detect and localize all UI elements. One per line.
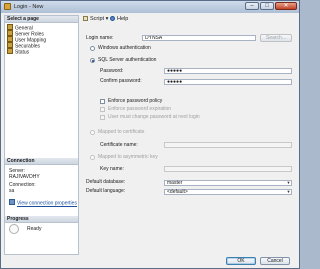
- script-label: Script: [90, 16, 105, 22]
- close-button[interactable]: ✕: [275, 2, 297, 10]
- mapped-key-radio[interactable]: [90, 155, 95, 160]
- connection-value: sa: [9, 188, 15, 194]
- login-name-label: Login name:: [86, 35, 114, 41]
- key-name-label: Key name:: [100, 166, 124, 172]
- connection-link-label: View connection properties: [17, 200, 77, 207]
- page-icon: [7, 48, 13, 54]
- confirm-password-input[interactable]: ●●●●●: [164, 79, 292, 85]
- minimize-button[interactable]: –: [245, 2, 259, 10]
- cert-name-label: Certificate name:: [100, 142, 138, 148]
- chevron-down-icon: ▼: [286, 180, 291, 185]
- help-button[interactable]: Help: [110, 16, 128, 23]
- ok-button[interactable]: OK: [226, 257, 256, 265]
- properties-icon: [9, 199, 15, 205]
- cert-name-combo[interactable]: [164, 142, 292, 148]
- default-database-select[interactable]: master ▼: [164, 180, 292, 186]
- login-new-dialog: Login - New – □ ✕ Select a page General …: [0, 0, 300, 269]
- enforce-expiration-checkbox[interactable]: [100, 107, 105, 112]
- left-pane: Select a page General Server Roles User …: [4, 15, 79, 255]
- default-database-value: master: [167, 180, 183, 186]
- page-item-status[interactable]: Status: [7, 48, 30, 56]
- view-connection-properties-link[interactable]: View connection properties: [9, 199, 77, 207]
- window-title: Login - New: [14, 4, 44, 10]
- confirm-password-label: Confirm password:: [100, 78, 142, 84]
- default-database-label: Default database:: [86, 179, 126, 185]
- default-language-label: Default language:: [86, 188, 126, 194]
- script-button[interactable]: Script ▾: [83, 16, 108, 23]
- must-change-label: User must change password at next login: [108, 114, 200, 120]
- must-change-checkbox[interactable]: [100, 115, 105, 120]
- title-bar[interactable]: Login - New – □ ✕: [1, 1, 299, 13]
- connection-header: Connection: [5, 158, 78, 165]
- windows-auth-radio[interactable]: [90, 46, 95, 51]
- windows-auth-label: Windows authentication: [98, 45, 151, 51]
- password-label: Password:: [100, 68, 124, 74]
- enforce-policy-checkbox[interactable]: [100, 99, 105, 104]
- toolbar: Script ▾ Help: [80, 15, 298, 25]
- page-item-label: Status: [15, 49, 30, 56]
- help-icon: [110, 16, 115, 21]
- mapped-cert-radio[interactable]: [90, 130, 95, 135]
- default-language-select[interactable]: <default> ▼: [164, 189, 292, 195]
- maximize-button[interactable]: □: [260, 2, 274, 10]
- mapped-cert-label: Mapped to certificate: [98, 129, 145, 135]
- dialog-button-bar: OK Cancel: [1, 257, 299, 269]
- login-name-input[interactable]: DYNSA: [142, 35, 256, 41]
- sql-auth-radio[interactable]: [90, 58, 95, 63]
- script-icon: [83, 16, 88, 21]
- enforce-policy-label: Enforce password policy: [108, 98, 163, 104]
- select-page-header: Select a page: [5, 16, 78, 23]
- chevron-down-icon: ▼: [286, 189, 291, 194]
- cancel-button[interactable]: Cancel: [260, 257, 290, 265]
- password-input[interactable]: ●●●●●: [164, 68, 292, 74]
- mapped-key-label: Mapped to asymmetric key: [98, 154, 158, 160]
- search-button[interactable]: Search...: [260, 34, 292, 42]
- progress-spinner-icon: [9, 224, 19, 234]
- sql-auth-label: SQL Server authentication: [98, 57, 157, 63]
- right-pane: Script ▾ Help Login name: DYNSA Search..…: [80, 15, 298, 255]
- key-name-combo[interactable]: [164, 166, 292, 172]
- app-icon: [4, 3, 11, 10]
- default-language-value: <default>: [167, 189, 188, 195]
- progress-status: Ready: [27, 226, 42, 232]
- help-label: Help: [117, 16, 129, 22]
- progress-header: Progress: [5, 216, 78, 223]
- chevron-down-icon: ▾: [105, 16, 109, 22]
- enforce-expiration-label: Enforce password expiration: [108, 106, 172, 112]
- server-value: RAJIVAVDHY: [9, 174, 40, 180]
